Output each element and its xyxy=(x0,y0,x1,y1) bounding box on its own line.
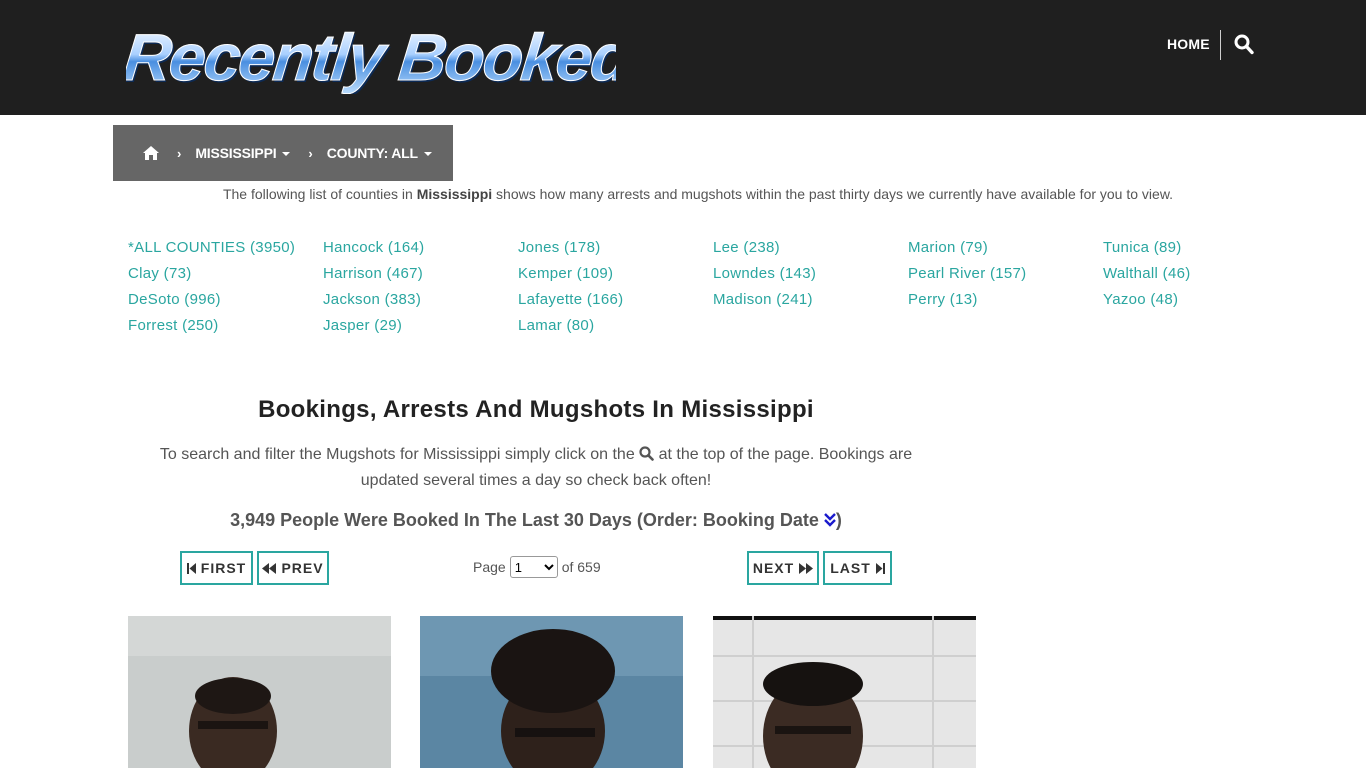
mugshot-card[interactable] xyxy=(128,616,391,768)
county-link[interactable]: Walthall (46) xyxy=(1103,261,1293,287)
search-icon[interactable] xyxy=(1234,34,1254,56)
county-link[interactable]: Jasper (29) xyxy=(323,313,513,339)
last-label: LAST xyxy=(830,560,871,576)
nav-divider xyxy=(1220,30,1221,60)
page-total: of 659 xyxy=(561,559,601,575)
prev-page-button[interactable]: PREV xyxy=(257,551,329,585)
backward-icon xyxy=(262,562,277,574)
breadcrumb-state-dropdown[interactable]: MISSISSIPPI xyxy=(195,145,291,161)
county-link[interactable]: *ALL COUNTIES (3950) xyxy=(128,235,318,261)
mugshot-photo xyxy=(128,616,391,768)
county-column-4: Lee (238) Lowndes (143) Madison (241) xyxy=(713,235,903,313)
forward-icon xyxy=(799,562,814,574)
county-column-6: Tunica (89) Walthall (46) Yazoo (48) xyxy=(1103,235,1293,313)
county-link[interactable]: Pearl River (157) xyxy=(908,261,1098,287)
first-page-button[interactable]: FIRST xyxy=(180,551,253,585)
county-link[interactable]: Jones (178) xyxy=(518,235,708,261)
county-link[interactable]: Harrison (467) xyxy=(323,261,513,287)
county-column-2: Hancock (164) Harrison (467) Jackson (38… xyxy=(323,235,513,339)
mugshot-card[interactable] xyxy=(713,616,976,768)
mugshot-photo xyxy=(420,616,683,768)
site-header: Recently Booked Recently Booked HOME xyxy=(0,0,1366,115)
search-icon xyxy=(639,444,654,461)
county-link[interactable]: Tunica (89) xyxy=(1103,235,1293,261)
county-column-1: *ALL COUNTIES (3950) Clay (73) DeSoto (9… xyxy=(128,235,318,339)
search-instructions: To search and filter the Mugshots for Mi… xyxy=(138,442,934,494)
county-link[interactable]: Perry (13) xyxy=(908,287,1098,313)
caret-down-icon xyxy=(423,152,432,157)
mugshot-card[interactable] xyxy=(420,616,683,768)
first-label: FIRST xyxy=(200,560,247,576)
breadcrumb-county-dropdown[interactable]: COUNTY: ALL xyxy=(327,145,432,161)
mugshot-photo xyxy=(713,616,976,768)
caret-down-icon xyxy=(282,152,291,157)
county-column-5: Marion (79) Pearl River (157) Perry (13) xyxy=(908,235,1098,313)
next-label: NEXT xyxy=(752,560,795,576)
county-link[interactable]: Yazoo (48) xyxy=(1103,287,1293,313)
county-link[interactable]: DeSoto (996) xyxy=(128,287,318,313)
next-page-button[interactable]: NEXT xyxy=(747,551,819,585)
county-link[interactable]: Clay (73) xyxy=(128,261,318,287)
page-selector: Page 1 of 659 xyxy=(473,556,601,578)
county-link[interactable]: Kemper (109) xyxy=(518,261,708,287)
nav-home-link[interactable]: HOME xyxy=(1167,36,1210,52)
county-link[interactable]: Jackson (383) xyxy=(323,287,513,313)
site-logo[interactable]: Recently Booked Recently Booked xyxy=(126,18,616,94)
intro-pre: The following list of counties in xyxy=(222,186,417,202)
page-select[interactable]: 1 xyxy=(509,556,558,578)
double-chevron-down-icon[interactable] xyxy=(824,511,836,527)
county-intro-text: The following list of counties in Missis… xyxy=(0,186,1366,202)
breadcrumb-county-label: COUNTY: ALL xyxy=(326,145,418,161)
intro-post: shows how many arrests and mugshots with… xyxy=(492,186,1174,202)
svg-text:Recently Booked: Recently Booked xyxy=(126,21,616,94)
county-link[interactable]: Hancock (164) xyxy=(323,235,513,261)
county-link[interactable]: Lowndes (143) xyxy=(713,261,903,287)
chevron-right-icon: › xyxy=(308,145,313,161)
last-page-button[interactable]: LAST xyxy=(823,551,892,585)
intro-state: Mississippi xyxy=(416,186,493,202)
page-label: Page xyxy=(473,559,506,575)
step-forward-icon xyxy=(875,562,885,574)
breadcrumb-state-label: MISSISSIPPI xyxy=(195,145,277,161)
county-link[interactable]: Madison (241) xyxy=(713,287,903,313)
booked-post: ) xyxy=(835,510,842,530)
chevron-right-icon: › xyxy=(177,145,182,161)
prev-label: PREV xyxy=(281,560,324,576)
desc-pre: To search and filter the Mugshots for Mi… xyxy=(159,446,640,463)
breadcrumb: › MISSISSIPPI › COUNTY: ALL xyxy=(113,125,453,181)
county-column-3: Jones (178) Kemper (109) Lafayette (166)… xyxy=(518,235,708,339)
home-icon[interactable] xyxy=(143,146,159,160)
county-link[interactable]: Lafayette (166) xyxy=(518,287,708,313)
county-link[interactable]: Lee (238) xyxy=(713,235,903,261)
county-link[interactable]: Forrest (250) xyxy=(128,313,318,339)
page-title: Bookings, Arrests And Mugshots In Missis… xyxy=(258,396,814,423)
step-backward-icon xyxy=(186,562,196,574)
county-link[interactable]: Marion (79) xyxy=(908,235,1098,261)
booked-count: 3,949 People Were Booked In The Last 30 … xyxy=(128,510,944,531)
booked-pre: 3,949 People Were Booked In The Last 30 … xyxy=(230,510,824,530)
county-link[interactable]: Lamar (80) xyxy=(518,313,708,339)
